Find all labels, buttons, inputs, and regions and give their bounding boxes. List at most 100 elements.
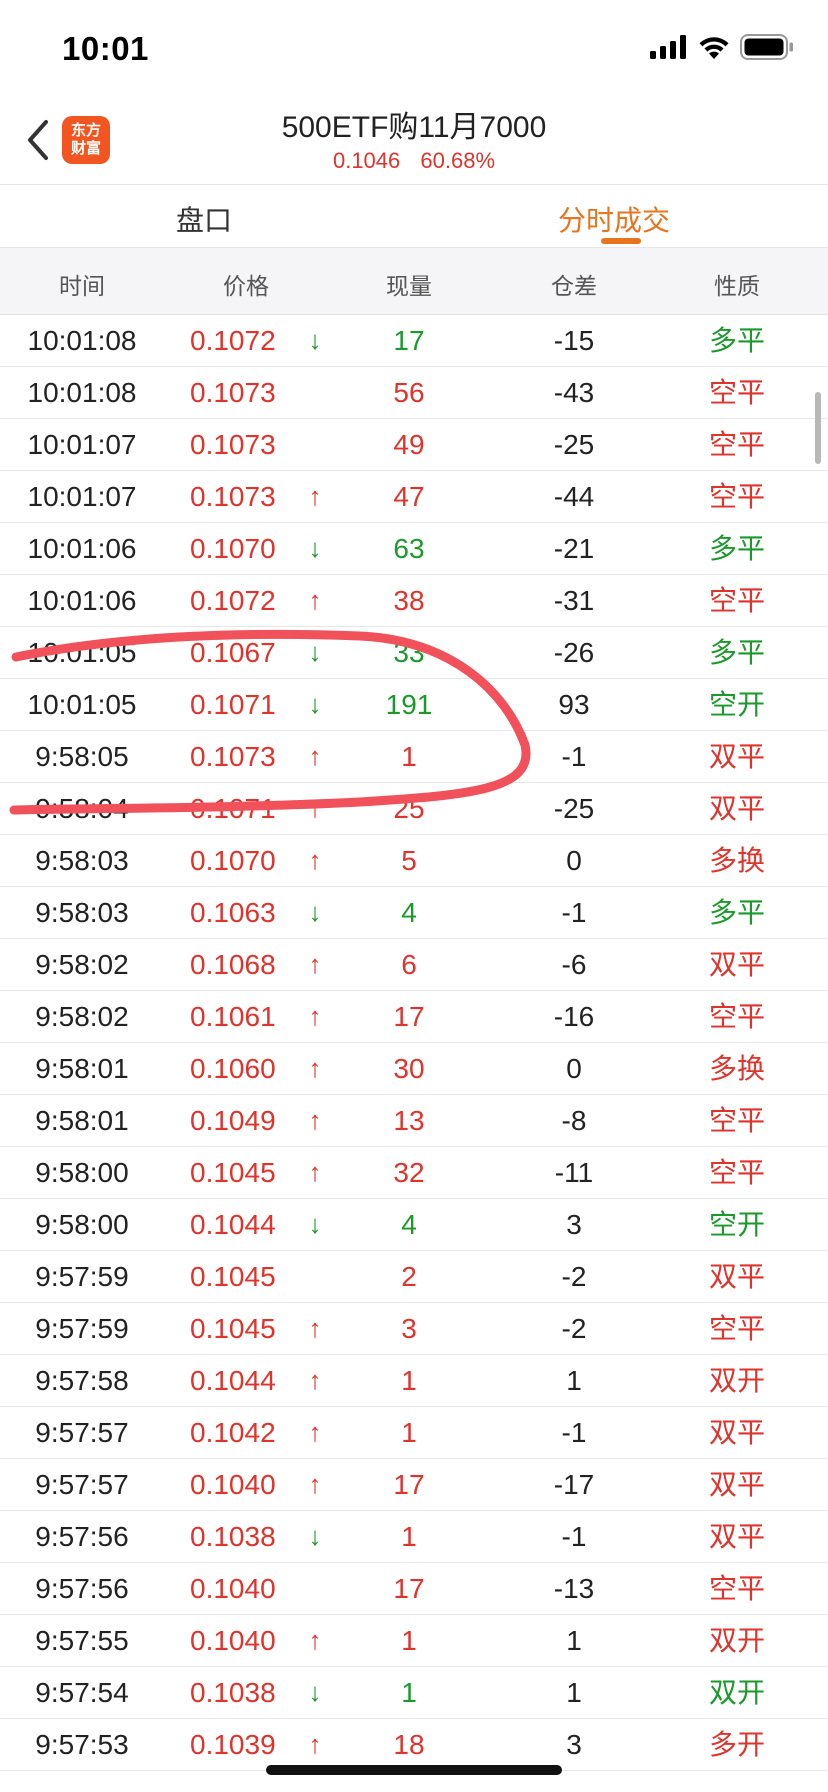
trade-nature: 空平 [708,377,765,408]
position-diff: -1 [561,897,587,928]
table-row[interactable]: 10:01:06 0.1072 ↑ 38 -31 空平 [0,575,828,627]
table-row[interactable]: 9:58:01 0.1049 ↑ 13 -8 空平 [0,1095,828,1147]
tab-order-book[interactable]: 盘口 [176,199,232,239]
table-row[interactable]: 9:58:02 0.1061 ↑ 17 -16 空平 [0,991,828,1043]
position-diff: 93 [558,689,590,720]
trade-time: 9:58:01 [35,1105,129,1136]
position-diff: -6 [561,949,587,980]
direction-arrow-icon: ↑ [308,1469,322,1499]
direction-arrow-icon: ↓ [308,689,322,719]
trade-nature: 双平 [708,1417,765,1448]
trade-nature: 双平 [708,793,765,824]
table-row[interactable]: 9:58:05 0.1073 ↑ 1 -1 双平 [0,731,828,783]
trade-time: 10:01:07 [27,429,137,460]
direction-arrow-icon: ↑ [308,1417,322,1447]
table-row[interactable]: 9:58:03 0.1070 ↑ 5 0 多换 [0,835,828,887]
trade-volume: 17 [393,325,425,356]
trade-volume: 30 [393,1053,425,1084]
trade-nature: 双平 [708,949,765,980]
trade-time: 9:58:04 [35,793,129,824]
position-diff: -43 [553,377,595,408]
trade-nature: 空开 [708,689,765,720]
trade-volume: 6 [401,949,417,980]
position-diff: 1 [566,1365,582,1396]
direction-arrow-icon: ↑ [308,1157,322,1187]
trade-time: 10:01:08 [27,377,137,408]
trade-nature: 双平 [708,1521,765,1552]
status-bar: 10:01 [0,0,828,92]
column-header-volume: 现量 [386,273,432,299]
trade-nature: 多平 [708,325,765,356]
position-diff: -2 [561,1313,587,1344]
table-row[interactable]: 10:01:06 0.1070 ↓ 63 -21 多平 [0,523,828,575]
price-summary: 0.1046 60.68% [0,148,828,174]
position-diff: 1 [566,1625,582,1656]
change-percent: 60.68% [420,148,496,173]
page-title: 500ETF购11月7000 [281,111,547,144]
home-indicator [266,1765,562,1775]
position-diff: -25 [553,793,595,824]
trade-time: 9:57:55 [35,1625,129,1656]
trade-volume: 1 [401,1417,417,1448]
table-row[interactable]: 9:57:58 0.1044 ↑ 1 1 双开 [0,1355,828,1407]
table-row[interactable]: 10:01:08 0.1073 56 -43 空平 [0,367,828,419]
trade-volume: 17 [393,1573,425,1604]
table-row[interactable]: 9:58:01 0.1060 ↑ 30 0 多换 [0,1043,828,1095]
direction-arrow-icon: ↓ [308,637,322,667]
trade-time: 9:58:02 [35,1001,129,1032]
trade-time: 10:01:05 [27,637,137,668]
direction-arrow-icon: ↑ [308,481,322,511]
table-row[interactable]: 9:57:56 0.1038 ↓ 1 -1 双平 [0,1511,828,1563]
table-row[interactable]: 9:57:53 0.1039 ↑ 18 3 多开 [0,1719,828,1771]
position-diff: -11 [554,1157,594,1188]
table-row[interactable]: 10:01:05 0.1071 ↓ 191 93 空开 [0,679,828,731]
trade-list[interactable]: 10:01:08 0.1072 ↓ 17 -15 多平 10:01:08 0.1073 56 -4… [0,315,828,1792]
trade-time: 10:01:08 [27,325,137,356]
trade-nature: 多平 [708,637,765,668]
table-row[interactable]: 9:58:00 0.1045 ↑ 32 -11 空平 [0,1147,828,1199]
app-header: 东方财富 500ETF购11月7000 0.1046 60.68% [0,92,828,185]
trade-volume: 1 [401,1521,417,1552]
table-row[interactable]: 9:57:59 0.1045 2 -2 双平 [0,1251,828,1303]
direction-arrow-icon: ↑ [308,949,322,979]
table-row[interactable]: 9:57:57 0.1042 ↑ 1 -1 双平 [0,1407,828,1459]
direction-arrow-icon: ↓ [308,1209,322,1239]
table-row[interactable]: 10:01:05 0.1067 ↓ 33 -26 多平 [0,627,828,679]
trade-volume: 18 [393,1729,425,1760]
trade-time: 10:01:05 [27,689,137,720]
direction-arrow-icon: ↓ [308,325,322,355]
trade-nature: 多平 [708,533,765,564]
trade-time: 9:57:59 [35,1261,129,1292]
position-diff: -15 [553,325,595,356]
table-row[interactable]: 9:57:59 0.1045 ↑ 3 -2 空平 [0,1303,828,1355]
direction-arrow-icon: ↑ [308,793,322,823]
table-row[interactable]: 9:58:03 0.1063 ↓ 4 -1 多平 [0,887,828,939]
direction-arrow-icon: ↓ [308,1677,322,1707]
trade-time: 9:58:00 [35,1157,129,1188]
table-row[interactable]: 10:01:07 0.1073 49 -25 空平 [0,419,828,471]
table-row[interactable]: 9:57:57 0.1040 ↑ 17 -17 双平 [0,1459,828,1511]
table-row[interactable]: 10:01:08 0.1072 ↓ 17 -15 多平 [0,315,828,367]
battery-icon [740,34,793,60]
position-diff: -25 [553,429,595,460]
trade-nature: 多换 [708,845,765,876]
table-row[interactable]: 9:58:02 0.1068 ↑ 6 -6 双平 [0,939,828,991]
direction-arrow-icon: ↑ [308,845,322,875]
position-diff: -1 [561,741,587,772]
trade-volume: 4 [401,897,417,928]
tab-time-and-sales[interactable]: 分时成交 [558,199,670,239]
position-diff: -44 [553,481,595,512]
trade-price: 0.1073 [190,377,276,408]
trade-volume: 49 [393,429,425,460]
table-row[interactable]: 9:57:56 0.1040 17 -13 空平 [0,1563,828,1615]
direction-arrow-icon: ↑ [308,741,322,771]
table-row[interactable]: 9:58:00 0.1044 ↓ 4 3 空开 [0,1199,828,1251]
trade-time: 9:57:59 [35,1313,129,1344]
table-row[interactable]: 9:57:54 0.1038 ↓ 1 1 双开 [0,1667,828,1719]
table-row[interactable]: 9:57:55 0.1040 ↑ 1 1 双开 [0,1615,828,1667]
table-row[interactable]: 9:58:04 0.1071 ↑ 25 -25 双平 [0,783,828,835]
column-header-position-diff: 仓差 [551,273,597,299]
position-diff: -2 [561,1261,587,1292]
scrollbar-thumb[interactable] [815,392,821,464]
table-row[interactable]: 10:01:07 0.1073 ↑ 47 -44 空平 [0,471,828,523]
